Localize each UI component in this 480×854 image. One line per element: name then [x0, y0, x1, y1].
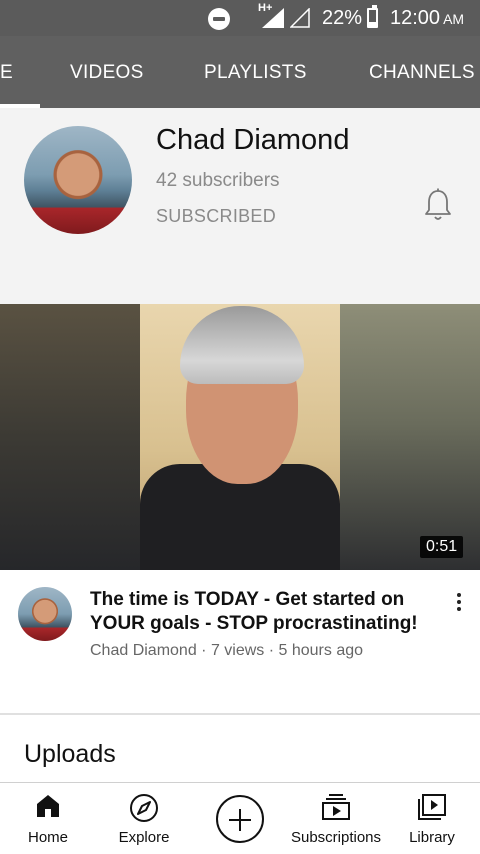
video-meta: Chad Diamond · 7 views · 5 hours ago — [90, 642, 364, 659]
bell-icon[interactable] — [424, 188, 452, 222]
nav-home[interactable]: Home — [8, 783, 88, 854]
subscriptions-icon — [322, 794, 350, 820]
battery-icon — [367, 5, 378, 28]
uploads-section-title: Uploads — [24, 740, 116, 768]
thumbnail-beanie — [180, 306, 304, 384]
subscribed-button[interactable]: SUBSCRIBED — [156, 206, 276, 227]
channel-tab-bar: E VIDEOS PLAYLISTS CHANNELS — [0, 36, 480, 108]
nav-explore-label: Explore — [118, 829, 170, 846]
tab-playlists[interactable]: PLAYLISTS — [204, 62, 307, 84]
thumbnail-left-blur — [0, 304, 140, 570]
home-icon — [37, 795, 59, 817]
nav-library-label: Library — [409, 829, 455, 846]
more-options-icon[interactable] — [452, 592, 466, 614]
video-title[interactable]: The time is TODAY - Get started on YOUR … — [90, 588, 440, 636]
library-icon — [418, 794, 446, 820]
nav-subscriptions[interactable]: Subscriptions — [284, 783, 388, 854]
channel-avatar[interactable] — [24, 126, 132, 234]
clock: 12:00 AM — [390, 7, 465, 29]
nav-library[interactable]: Library — [396, 783, 468, 854]
compass-icon — [130, 794, 158, 822]
video-channel-avatar[interactable] — [18, 587, 72, 641]
add-icon[interactable] — [216, 795, 264, 843]
app-screen: H+ 22% 12:00 AM E VIDEOS PLAYLISTS CHANNE… — [0, 0, 480, 854]
battery-percent: 22% — [322, 7, 363, 29]
bottom-navigation: Home Explore Subscriptions Library — [0, 783, 480, 854]
signal-icon — [262, 8, 284, 28]
nav-explore[interactable]: Explore — [99, 783, 189, 854]
status-bar: H+ 22% 12:00 AM — [0, 0, 480, 36]
tab-channels[interactable]: CHANNELS — [369, 62, 475, 84]
tab-home-partial[interactable]: E — [0, 62, 13, 84]
channel-name: Chad Diamond — [156, 124, 350, 156]
thumbnail-main-frame — [140, 304, 340, 570]
tab-videos[interactable]: VIDEOS — [70, 62, 144, 84]
nav-subscriptions-label: Subscriptions — [290, 829, 382, 846]
subscriber-count: 42 subscribers — [156, 170, 280, 191]
video-duration-badge: 0:51 — [420, 536, 464, 558]
nav-home-label: Home — [27, 829, 68, 846]
thumbnail-right-blur — [340, 304, 480, 570]
section-divider — [0, 713, 480, 715]
do-not-disturb-icon — [208, 8, 230, 30]
signal-empty-icon — [290, 8, 310, 28]
video-thumbnail[interactable] — [0, 304, 480, 570]
battery-level-fill — [369, 22, 376, 26]
